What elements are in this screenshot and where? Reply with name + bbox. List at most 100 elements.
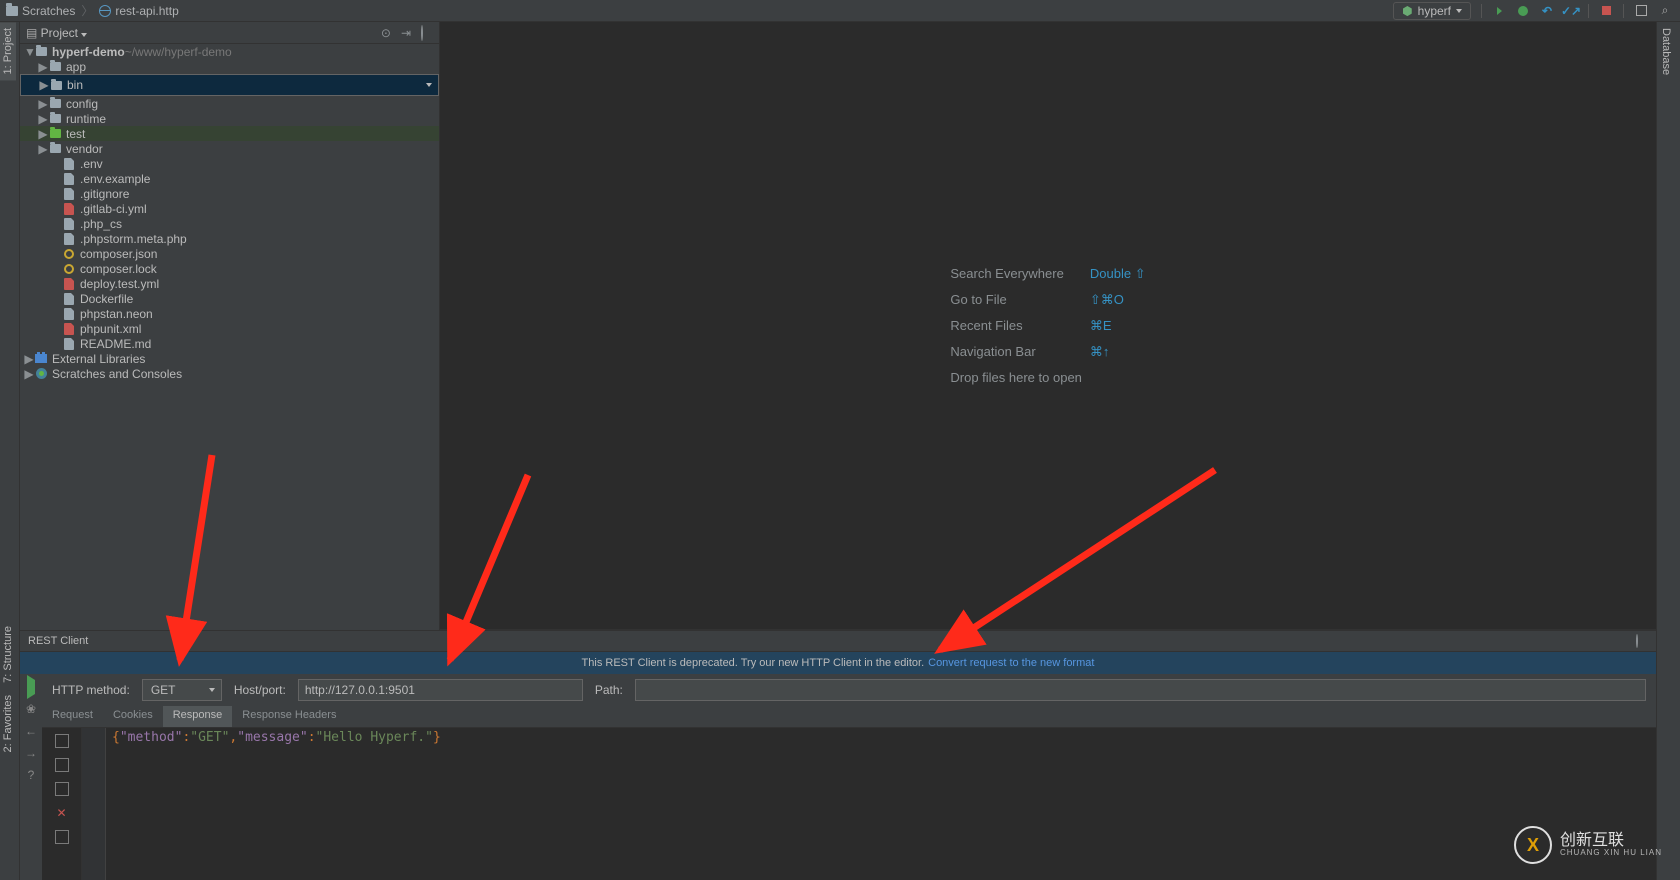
tree-row[interactable]: ▼hyperf-demo ~/www/hyperf-demo	[20, 44, 439, 59]
project-view-selector[interactable]: ▤ Project	[26, 26, 87, 40]
tree-row[interactable]: phpstan.neon	[20, 306, 439, 321]
debug-button[interactable]	[1516, 4, 1530, 18]
rest-tab[interactable]: Response Headers	[232, 706, 346, 727]
hint-label: Drop files here to open	[950, 370, 1082, 385]
locate-button[interactable]: ⊙	[381, 26, 391, 40]
tree-twistie-icon: ▶	[38, 97, 48, 111]
tree-label: README.md	[80, 337, 151, 351]
breadcrumb-root[interactable]: Scratches	[6, 4, 75, 18]
tree-row[interactable]: ▶ External Libraries	[20, 351, 439, 366]
rest-action-toolbar: ❀ ← → ?	[20, 674, 42, 880]
tree-row[interactable]: .gitlab-ci.yml	[20, 201, 439, 216]
rest-action-help[interactable]: ?	[28, 768, 35, 782]
top-toolbar: Scratches 〉 rest-api.http ⬢ hyperf ↶ ✓↗ …	[0, 0, 1680, 22]
rest-tab[interactable]: Response	[163, 706, 233, 727]
rest-action-fwd[interactable]: →	[25, 746, 37, 760]
request-row: HTTP method: GET Host/port: Path:	[42, 674, 1656, 706]
tree-twistie-icon: ▶	[24, 352, 34, 366]
submit-request-button[interactable]	[27, 680, 35, 694]
host-input[interactable]	[298, 679, 583, 701]
tree-row[interactable]: ▶runtime	[20, 111, 439, 126]
tree-row[interactable]: ▶app	[20, 59, 439, 74]
http-method-select[interactable]: GET	[142, 679, 222, 701]
tree-label: vendor	[66, 142, 103, 156]
tool-tab-project[interactable]: 1: Project	[0, 22, 16, 80]
tree-row[interactable]: .env	[20, 156, 439, 171]
run-config-selector[interactable]: ⬢ hyperf	[1393, 2, 1471, 20]
rest-tab[interactable]: Request	[42, 706, 103, 727]
shortcut-hints: Search EverywhereDouble ⇧Go to File⇧⌘ORe…	[950, 266, 1145, 385]
file-icon	[62, 292, 76, 306]
file-icon	[62, 217, 76, 231]
right-tool-stripe: Database	[1656, 22, 1680, 880]
search-everywhere-button[interactable]: ⌕	[1658, 4, 1672, 18]
tree-twistie-icon: ▶	[38, 112, 48, 126]
tree-row[interactable]: Dockerfile	[20, 291, 439, 306]
tool-tab-favorites[interactable]: 2: Favorites	[0, 689, 16, 758]
watermark: X 创新互联CHUANG XIN HU LIAN	[1514, 826, 1662, 864]
tree-label: External Libraries	[52, 352, 145, 366]
settings-button[interactable]	[421, 26, 423, 40]
banner-text: This REST Client is deprecated. Try our …	[582, 657, 925, 669]
rest-client-header: REST Client	[20, 630, 1656, 652]
rest-action-back[interactable]: ←	[25, 724, 37, 738]
hint-shortcut	[1090, 370, 1146, 385]
tree-label: hyperf-demo	[52, 45, 125, 59]
tree-row[interactable]: ▶bin	[20, 74, 439, 96]
editor-empty-state[interactable]: Search EverywhereDouble ⇧Go to File⇧⌘ORe…	[440, 22, 1656, 630]
tree-row[interactable]: .env.example	[20, 171, 439, 186]
watermark-sub: CHUANG XIN HU LIAN	[1560, 849, 1662, 857]
rest-settings-button[interactable]	[1636, 635, 1638, 647]
run-button[interactable]	[1492, 4, 1506, 18]
tree-row[interactable]: deploy.test.yml	[20, 276, 439, 291]
play-icon	[27, 675, 35, 699]
tree-label: .gitlab-ci.yml	[80, 202, 147, 216]
resp-tool-close[interactable]: ✕	[56, 806, 66, 820]
vcs-commit-button[interactable]: ✓↗	[1564, 4, 1578, 18]
watermark-text: 创新互联	[1560, 832, 1624, 849]
tree-row[interactable]: .gitignore	[20, 186, 439, 201]
tree-row[interactable]: .phpstorm.meta.php	[20, 231, 439, 246]
file-icon	[62, 202, 76, 216]
tree-row[interactable]: .php_cs	[20, 216, 439, 231]
resp-tool-1[interactable]	[55, 734, 69, 748]
separator	[1588, 4, 1589, 18]
collapse-all-button[interactable]: ⇥	[401, 26, 411, 40]
tree-row[interactable]: ▶Scratches and Consoles	[20, 366, 439, 381]
tree-row[interactable]: composer.json	[20, 246, 439, 261]
tree-row[interactable]: ▶test	[20, 126, 439, 141]
tree-row[interactable]: composer.lock	[20, 261, 439, 276]
tool-tab-structure[interactable]: 7: Structure	[0, 620, 16, 689]
stop-button[interactable]	[1599, 4, 1613, 18]
file-icon	[62, 187, 76, 201]
tool-tab-database[interactable]: Database	[1657, 22, 1675, 81]
tree-row[interactable]: phpunit.xml	[20, 321, 439, 336]
breadcrumb[interactable]: Scratches 〉 rest-api.http	[0, 2, 179, 19]
breadcrumb-file[interactable]: rest-api.http	[99, 4, 178, 18]
chevron-down-icon	[1456, 9, 1462, 13]
tree-label: .phpstorm.meta.php	[80, 232, 187, 246]
layout-button[interactable]	[1634, 4, 1648, 18]
tree-twistie-icon: ▶	[38, 60, 48, 74]
tree-twistie-icon: ▶	[24, 367, 34, 381]
banner-link[interactable]: Convert request to the new format	[928, 657, 1094, 669]
file-icon	[62, 247, 76, 261]
rest-action-2[interactable]: ❀	[26, 702, 36, 716]
resp-tool-3[interactable]	[55, 782, 69, 796]
path-input[interactable]	[635, 679, 1646, 701]
resp-tool-2[interactable]	[55, 758, 69, 772]
resp-tool-5[interactable]	[55, 830, 69, 844]
file-icon	[48, 60, 62, 74]
tree-row[interactable]: ▶vendor	[20, 141, 439, 156]
file-icon	[34, 45, 48, 59]
rest-tab[interactable]: Cookies	[103, 706, 163, 727]
vcs-update-button[interactable]: ↶	[1540, 4, 1554, 18]
response-body[interactable]: {"method":"GET","message":"Hello Hyperf.…	[106, 728, 447, 880]
tree-row[interactable]: ▶config	[20, 96, 439, 111]
tree-row[interactable]: README.md	[20, 336, 439, 351]
left-tool-stripe: 1: Project 7: Structure 2: Favorites	[0, 22, 20, 880]
tree-label: .gitignore	[80, 187, 129, 201]
hint-label: Go to File	[950, 292, 1082, 308]
hint-shortcut: ⇧⌘O	[1090, 292, 1146, 308]
file-icon	[62, 262, 76, 276]
